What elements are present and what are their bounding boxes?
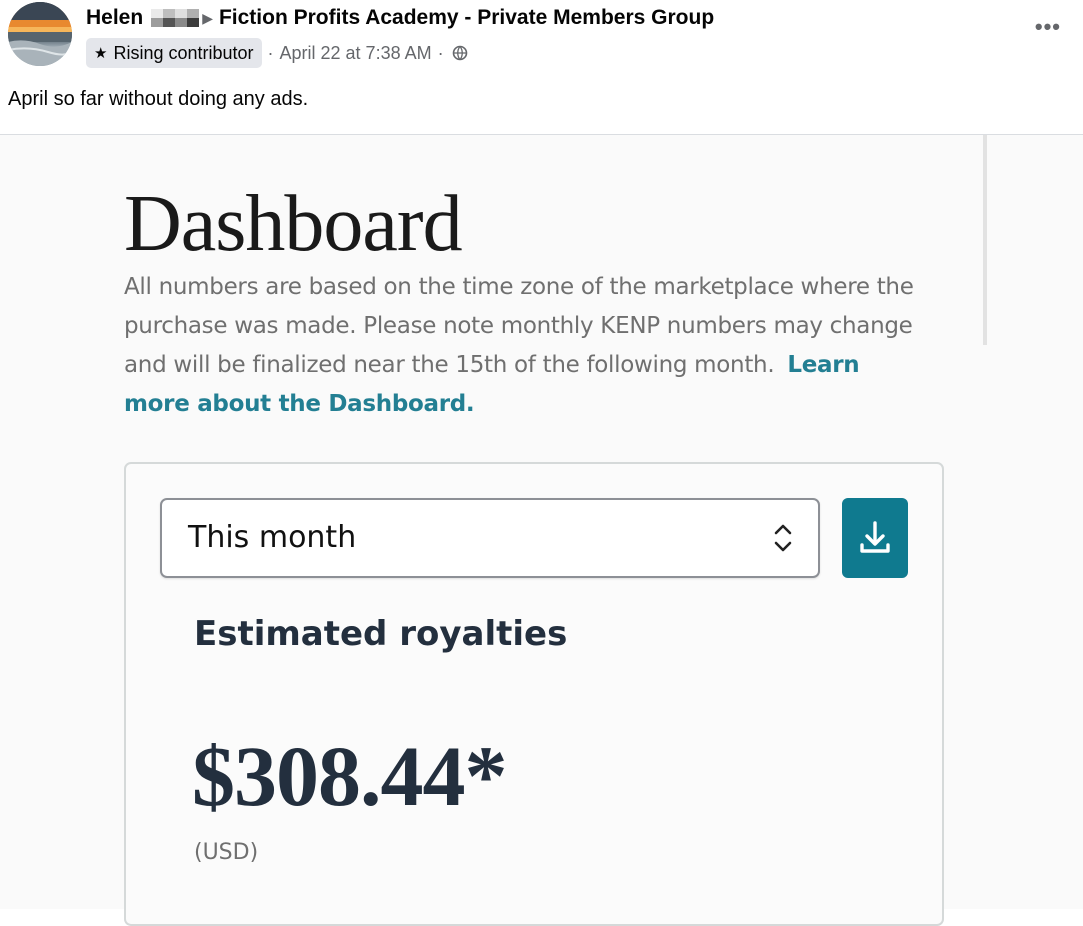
royalties-label: Estimated royalties xyxy=(194,614,568,654)
post-meta: ★ Rising contributor · April 22 at 7:38 … xyxy=(86,38,468,68)
post-image[interactable]: Dashboard All numbers are based on the t… xyxy=(0,135,1083,926)
period-select[interactable]: This month xyxy=(160,498,820,578)
badge-label: Rising contributor xyxy=(113,42,254,63)
contributor-badge[interactable]: ★ Rising contributor xyxy=(86,38,262,68)
redacted-surname xyxy=(151,9,200,27)
royalties-currency: (USD) xyxy=(194,840,259,865)
audience-globe-icon[interactable] xyxy=(452,45,468,61)
dashboard-description: All numbers are based on the time zone o… xyxy=(124,268,914,424)
dashboard-title: Dashboard xyxy=(124,180,463,268)
royalties-card: This month Estimated royalties $308.44* … xyxy=(124,462,944,926)
royalties-value: $308.44* xyxy=(192,728,507,824)
post-text: April so far without doing any ads. xyxy=(8,88,309,110)
meta-separator-2: · xyxy=(437,42,444,63)
download-icon xyxy=(860,521,890,553)
download-button[interactable] xyxy=(842,498,908,578)
post-header: Helen ▶ Fiction Profits Academy - Privat… xyxy=(86,5,714,31)
star-icon: ★ xyxy=(94,45,108,62)
period-select-value: This month xyxy=(188,520,357,555)
caret-right-icon: ▶ xyxy=(202,9,213,26)
scrollbar[interactable] xyxy=(983,135,987,345)
group-name[interactable]: Fiction Profits Academy - Private Member… xyxy=(219,6,714,30)
author-avatar[interactable] xyxy=(8,2,72,66)
chevron-up-down-icon xyxy=(774,524,792,552)
post-timestamp[interactable]: April 22 at 7:38 AM xyxy=(280,43,432,64)
more-dots-icon[interactable]: ••• xyxy=(1035,14,1061,40)
meta-separator: · xyxy=(267,42,274,63)
author-name[interactable]: Helen xyxy=(86,6,143,30)
